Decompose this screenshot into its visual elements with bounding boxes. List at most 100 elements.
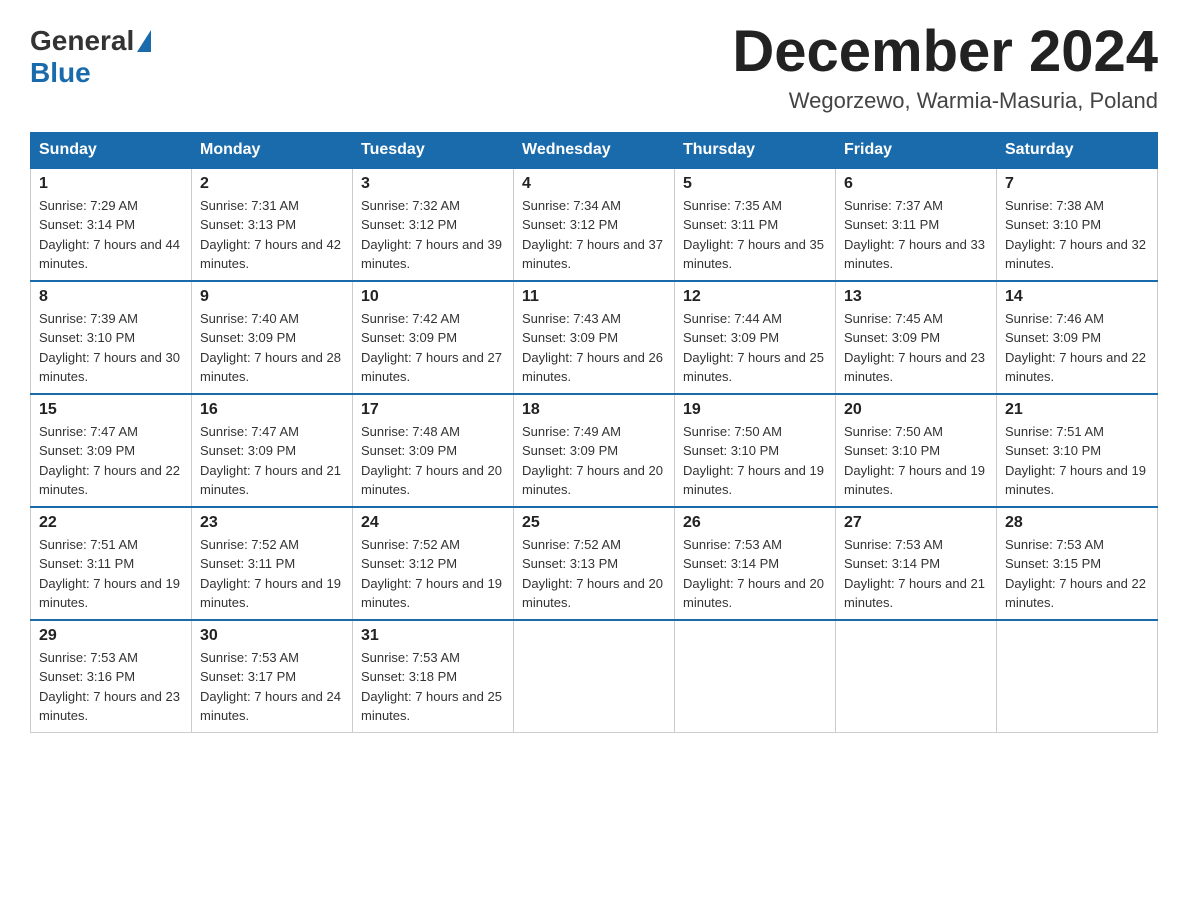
calendar-week-row: 22Sunrise: 7:51 AMSunset: 3:11 PMDayligh…	[31, 507, 1158, 620]
header-monday: Monday	[192, 132, 353, 168]
day-info: Sunrise: 7:29 AMSunset: 3:14 PMDaylight:…	[39, 196, 183, 274]
day-number: 30	[200, 627, 344, 645]
day-number: 3	[361, 175, 505, 193]
location-subtitle: Wegorzewo, Warmia-Masuria, Poland	[732, 88, 1158, 114]
calendar-cell: 31Sunrise: 7:53 AMSunset: 3:18 PMDayligh…	[353, 620, 514, 733]
calendar-cell: 20Sunrise: 7:50 AMSunset: 3:10 PMDayligh…	[836, 394, 997, 507]
calendar-cell	[514, 620, 675, 733]
day-info: Sunrise: 7:53 AMSunset: 3:14 PMDaylight:…	[844, 535, 988, 613]
day-info: Sunrise: 7:45 AMSunset: 3:09 PMDaylight:…	[844, 309, 988, 387]
day-number: 8	[39, 288, 183, 306]
calendar-cell: 14Sunrise: 7:46 AMSunset: 3:09 PMDayligh…	[997, 281, 1158, 394]
day-number: 6	[844, 175, 988, 193]
day-info: Sunrise: 7:53 AMSunset: 3:15 PMDaylight:…	[1005, 535, 1149, 613]
day-info: Sunrise: 7:51 AMSunset: 3:10 PMDaylight:…	[1005, 422, 1149, 500]
calendar-cell: 17Sunrise: 7:48 AMSunset: 3:09 PMDayligh…	[353, 394, 514, 507]
day-number: 23	[200, 514, 344, 532]
header-sunday: Sunday	[31, 132, 192, 168]
calendar-cell: 1 Sunrise: 7:29 AMSunset: 3:14 PMDaylight…	[31, 168, 192, 281]
day-info: Sunrise: 7:43 AMSunset: 3:09 PMDaylight:…	[522, 309, 666, 387]
day-number: 7	[1005, 175, 1149, 193]
day-info: Sunrise: 7:53 AMSunset: 3:16 PMDaylight:…	[39, 648, 183, 726]
day-info: Sunrise: 7:53 AMSunset: 3:14 PMDaylight:…	[683, 535, 827, 613]
calendar-cell: 18Sunrise: 7:49 AMSunset: 3:09 PMDayligh…	[514, 394, 675, 507]
day-number: 1	[39, 175, 183, 193]
day-number: 11	[522, 288, 666, 306]
day-info: Sunrise: 7:47 AMSunset: 3:09 PMDaylight:…	[200, 422, 344, 500]
day-info: Sunrise: 7:48 AMSunset: 3:09 PMDaylight:…	[361, 422, 505, 500]
day-number: 29	[39, 627, 183, 645]
calendar-week-row: 8 Sunrise: 7:39 AMSunset: 3:10 PMDaylight…	[31, 281, 1158, 394]
calendar-cell: 15 Sunrise: 7:47 AMSunset: 3:09 PMDayligh…	[31, 394, 192, 507]
day-number: 2	[200, 175, 344, 193]
day-number: 25	[522, 514, 666, 532]
day-info: Sunrise: 7:52 AMSunset: 3:11 PMDaylight:…	[200, 535, 344, 613]
calendar-cell: 27Sunrise: 7:53 AMSunset: 3:14 PMDayligh…	[836, 507, 997, 620]
day-info: Sunrise: 7:51 AMSunset: 3:11 PMDaylight:…	[39, 535, 183, 613]
title-block: December 2024 Wegorzewo, Warmia-Masuria,…	[732, 20, 1158, 114]
day-info: Sunrise: 7:49 AMSunset: 3:09 PMDaylight:…	[522, 422, 666, 500]
day-info: Sunrise: 7:50 AMSunset: 3:10 PMDaylight:…	[683, 422, 827, 500]
day-number: 14	[1005, 288, 1149, 306]
day-info: Sunrise: 7:35 AMSunset: 3:11 PMDaylight:…	[683, 196, 827, 274]
calendar-cell: 26 Sunrise: 7:53 AMSunset: 3:14 PMDayligh…	[675, 507, 836, 620]
day-number: 4	[522, 175, 666, 193]
day-number: 21	[1005, 401, 1149, 419]
calendar-week-row: 29 Sunrise: 7:53 AMSunset: 3:16 PMDayligh…	[31, 620, 1158, 733]
calendar-cell: 4 Sunrise: 7:34 AMSunset: 3:12 PMDaylight…	[514, 168, 675, 281]
day-info: Sunrise: 7:52 AMSunset: 3:13 PMDaylight:…	[522, 535, 666, 613]
calendar-cell: 6 Sunrise: 7:37 AMSunset: 3:11 PMDaylight…	[836, 168, 997, 281]
page-header: General Blue December 2024 Wegorzewo, Wa…	[30, 20, 1158, 114]
day-number: 12	[683, 288, 827, 306]
calendar-cell: 2 Sunrise: 7:31 AMSunset: 3:13 PMDaylight…	[192, 168, 353, 281]
day-info: Sunrise: 7:38 AMSunset: 3:10 PMDaylight:…	[1005, 196, 1149, 274]
calendar-cell: 11 Sunrise: 7:43 AMSunset: 3:09 PMDayligh…	[514, 281, 675, 394]
calendar-cell: 8 Sunrise: 7:39 AMSunset: 3:10 PMDaylight…	[31, 281, 192, 394]
day-number: 9	[200, 288, 344, 306]
day-number: 16	[200, 401, 344, 419]
calendar-cell: 25 Sunrise: 7:52 AMSunset: 3:13 PMDayligh…	[514, 507, 675, 620]
day-info: Sunrise: 7:42 AMSunset: 3:09 PMDaylight:…	[361, 309, 505, 387]
header-friday: Friday	[836, 132, 997, 168]
day-number: 10	[361, 288, 505, 306]
calendar-cell	[836, 620, 997, 733]
day-info: Sunrise: 7:34 AMSunset: 3:12 PMDaylight:…	[522, 196, 666, 274]
day-number: 28	[1005, 514, 1149, 532]
calendar-cell: 16 Sunrise: 7:47 AMSunset: 3:09 PMDayligh…	[192, 394, 353, 507]
month-title: December 2024	[732, 20, 1158, 84]
day-info: Sunrise: 7:39 AMSunset: 3:10 PMDaylight:…	[39, 309, 183, 387]
calendar-cell: 24Sunrise: 7:52 AMSunset: 3:12 PMDayligh…	[353, 507, 514, 620]
calendar-table: SundayMondayTuesdayWednesdayThursdayFrid…	[30, 132, 1158, 733]
day-number: 15	[39, 401, 183, 419]
calendar-cell: 12 Sunrise: 7:44 AMSunset: 3:09 PMDayligh…	[675, 281, 836, 394]
calendar-cell: 29 Sunrise: 7:53 AMSunset: 3:16 PMDayligh…	[31, 620, 192, 733]
logo: General Blue	[30, 20, 152, 89]
calendar-cell: 21 Sunrise: 7:51 AMSunset: 3:10 PMDayligh…	[997, 394, 1158, 507]
calendar-cell	[997, 620, 1158, 733]
day-number: 13	[844, 288, 988, 306]
calendar-cell: 13 Sunrise: 7:45 AMSunset: 3:09 PMDayligh…	[836, 281, 997, 394]
day-info: Sunrise: 7:47 AMSunset: 3:09 PMDaylight:…	[39, 422, 183, 500]
calendar-cell: 3 Sunrise: 7:32 AMSunset: 3:12 PMDaylight…	[353, 168, 514, 281]
calendar-header-row: SundayMondayTuesdayWednesdayThursdayFrid…	[31, 132, 1158, 168]
day-info: Sunrise: 7:53 AMSunset: 3:17 PMDaylight:…	[200, 648, 344, 726]
day-info: Sunrise: 7:32 AMSunset: 3:12 PMDaylight:…	[361, 196, 505, 274]
header-tuesday: Tuesday	[353, 132, 514, 168]
calendar-week-row: 1 Sunrise: 7:29 AMSunset: 3:14 PMDaylight…	[31, 168, 1158, 281]
header-wednesday: Wednesday	[514, 132, 675, 168]
day-number: 31	[361, 627, 505, 645]
day-info: Sunrise: 7:50 AMSunset: 3:10 PMDaylight:…	[844, 422, 988, 500]
calendar-cell: 5Sunrise: 7:35 AMSunset: 3:11 PMDaylight…	[675, 168, 836, 281]
day-info: Sunrise: 7:37 AMSunset: 3:11 PMDaylight:…	[844, 196, 988, 274]
calendar-cell: 30 Sunrise: 7:53 AMSunset: 3:17 PMDayligh…	[192, 620, 353, 733]
calendar-cell: 10 Sunrise: 7:42 AMSunset: 3:09 PMDayligh…	[353, 281, 514, 394]
day-number: 26	[683, 514, 827, 532]
day-info: Sunrise: 7:44 AMSunset: 3:09 PMDaylight:…	[683, 309, 827, 387]
day-info: Sunrise: 7:31 AMSunset: 3:13 PMDaylight:…	[200, 196, 344, 274]
calendar-cell: 7 Sunrise: 7:38 AMSunset: 3:10 PMDaylight…	[997, 168, 1158, 281]
logo-general-text: General	[30, 25, 134, 57]
logo-triangle-icon	[137, 30, 151, 52]
day-info: Sunrise: 7:40 AMSunset: 3:09 PMDaylight:…	[200, 309, 344, 387]
day-number: 19	[683, 401, 827, 419]
header-thursday: Thursday	[675, 132, 836, 168]
